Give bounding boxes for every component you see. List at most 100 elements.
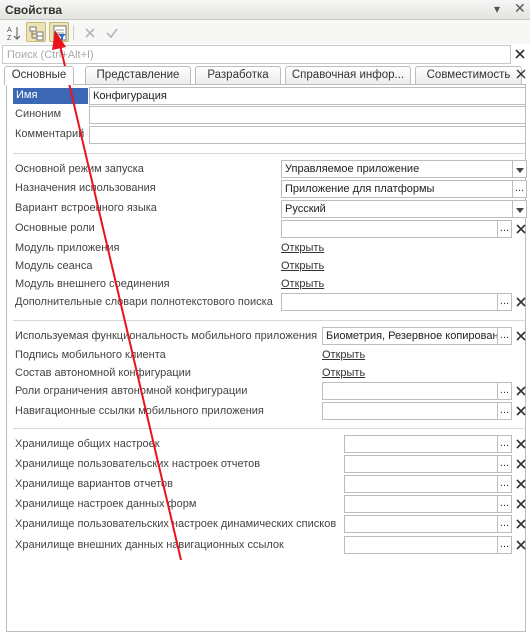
comment-label: Комментарий: [15, 128, 85, 140]
storage-select-button[interactable]: ...: [498, 475, 512, 493]
title-bar: Свойства ▾ ✕: [0, 0, 530, 20]
storage-label: Хранилище настроек данных форм: [15, 498, 197, 510]
app-module-label: Модуль приложения: [15, 242, 120, 254]
storage-select-button[interactable]: ...: [498, 455, 512, 473]
standalone-config-label: Состав автономной конфигурации: [15, 367, 191, 379]
mobile-signature-open-link[interactable]: Открыть: [322, 349, 365, 361]
close-icon[interactable]: ✕: [514, 0, 526, 17]
fulltext-dictionaries-select-button[interactable]: ...: [498, 293, 512, 311]
default-roles-label: Основные роли: [15, 222, 95, 234]
tab-general[interactable]: Основные: [4, 66, 74, 85]
standalone-roles-clear-icon[interactable]: [514, 384, 528, 398]
tab-development[interactable]: Разработка: [195, 66, 281, 84]
launch-mode-dropdown-icon[interactable]: [513, 160, 527, 178]
storage-field[interactable]: [344, 455, 498, 473]
storage-clear-icon[interactable]: [514, 497, 528, 511]
storage-field[interactable]: [344, 536, 498, 554]
storage-label: Хранилище внешних данных навигационных с…: [15, 539, 284, 551]
fulltext-dictionaries-clear-icon[interactable]: [514, 295, 528, 309]
mobile-functionality-field[interactable]: Биометрия, Резервное копирован: [322, 327, 498, 345]
checkmark-icon: [106, 28, 118, 39]
script-variant-label: Вариант встроенного языка: [15, 202, 157, 214]
svg-text:Z: Z: [7, 35, 12, 41]
mobile-functionality-clear-icon[interactable]: [514, 329, 528, 343]
search-placeholder: Поиск (Ctrl+Alt+I): [7, 49, 94, 61]
launch-mode-label: Основной режим запуска: [15, 163, 144, 175]
script-variant-select[interactable]: Русский: [281, 200, 513, 218]
ext-connection-module-open-link[interactable]: Открыть: [281, 278, 324, 290]
clear-search-icon[interactable]: [513, 47, 527, 61]
tab-presentation[interactable]: Представление: [85, 66, 191, 84]
storage-clear-icon[interactable]: [514, 477, 528, 491]
sort-az-icon: A Z: [7, 27, 21, 41]
session-module-label: Модуль сеанса: [15, 260, 93, 272]
ext-connection-module-label: Модуль внешнего соединения: [15, 278, 170, 290]
mobile-navlinks-select-button[interactable]: ...: [498, 402, 512, 420]
tab-bar: Основные Представление Разработка Справо…: [0, 66, 530, 85]
standalone-config-open-link[interactable]: Открыть: [322, 367, 365, 379]
divider: [13, 153, 526, 154]
svg-text:A: A: [7, 27, 12, 34]
storage-select-button[interactable]: ...: [498, 536, 512, 554]
purpose-select-button[interactable]: ...: [513, 180, 527, 198]
default-roles-field[interactable]: [281, 220, 498, 238]
apply-button[interactable]: [101, 22, 121, 42]
storage-label: Хранилище вариантов отчетов: [15, 478, 173, 490]
standalone-roles-select-button[interactable]: ...: [498, 382, 512, 400]
mobile-signature-label: Подпись мобильного клиента: [15, 349, 166, 361]
name-label: Имя: [13, 88, 88, 104]
app-module-open-link[interactable]: Открыть: [281, 242, 324, 254]
launch-mode-select[interactable]: Управляемое приложение: [281, 160, 513, 178]
session-module-open-link[interactable]: Открыть: [281, 260, 324, 272]
storage-label: Хранилище общих настроек: [15, 438, 160, 450]
synonym-field[interactable]: [89, 106, 526, 124]
cancel-button[interactable]: [79, 22, 99, 42]
window-menu-icon[interactable]: ▾: [494, 2, 500, 16]
storage-clear-icon[interactable]: [514, 538, 528, 552]
storage-select-button[interactable]: ...: [498, 495, 512, 513]
default-roles-clear-icon[interactable]: [514, 222, 528, 236]
standalone-roles-label: Роли ограничения автономной конфигурации: [15, 385, 248, 397]
purpose-label: Назначения использования: [15, 182, 156, 194]
storage-label: Хранилище пользовательских настроек дина…: [15, 518, 337, 530]
filter-icon: [53, 25, 67, 41]
storage-label: Хранилище пользовательских настроек отче…: [15, 458, 261, 470]
sort-alphabetical-button[interactable]: A Z: [3, 22, 23, 42]
group-categories-button[interactable]: [26, 22, 46, 42]
fulltext-dictionaries-field[interactable]: [281, 293, 498, 311]
mobile-navlinks-label: Навигационные ссылки мобильного приложен…: [15, 405, 264, 417]
tab-compatibility[interactable]: Совместимость: [415, 66, 522, 84]
divider: [13, 320, 526, 321]
show-hidden-button[interactable]: [49, 22, 69, 42]
tab-help[interactable]: Справочная инфор...: [285, 66, 411, 84]
cancel-icon: [85, 28, 95, 38]
mobile-navlinks-field[interactable]: [322, 402, 498, 420]
storage-select-button[interactable]: ...: [498, 515, 512, 533]
mobile-navlinks-clear-icon[interactable]: [514, 404, 528, 418]
mobile-functionality-select-button[interactable]: ...: [498, 327, 512, 345]
storage-clear-icon[interactable]: [514, 517, 528, 531]
storage-field[interactable]: [344, 435, 498, 453]
comment-field[interactable]: [89, 126, 526, 144]
mobile-functionality-label: Используемая функциональность мобильного…: [15, 330, 318, 342]
default-roles-select-button[interactable]: ...: [498, 220, 512, 238]
storage-clear-icon[interactable]: [514, 437, 528, 451]
divider: [13, 428, 526, 429]
storage-field[interactable]: [344, 475, 498, 493]
fulltext-dictionaries-label: Дополнительные словари полнотекстового п…: [15, 296, 273, 308]
script-variant-dropdown-icon[interactable]: [513, 200, 527, 218]
categories-icon: [29, 26, 44, 41]
name-field[interactable]: Конфигурация: [89, 87, 526, 105]
close-tabs-icon[interactable]: [516, 69, 526, 79]
search-input[interactable]: Поиск (Ctrl+Alt+I): [2, 45, 511, 64]
toolbar: A Z: [0, 20, 530, 44]
storage-select-button[interactable]: ...: [498, 435, 512, 453]
standalone-roles-field[interactable]: [322, 382, 498, 400]
synonym-label: Синоним: [15, 108, 62, 120]
toolbar-separator: [73, 25, 74, 40]
purpose-field[interactable]: Приложение для платформы: [281, 180, 513, 198]
storage-clear-icon[interactable]: [514, 457, 528, 471]
storage-field[interactable]: [344, 495, 498, 513]
storage-field[interactable]: [344, 515, 498, 533]
window-title: Свойства: [5, 3, 63, 17]
